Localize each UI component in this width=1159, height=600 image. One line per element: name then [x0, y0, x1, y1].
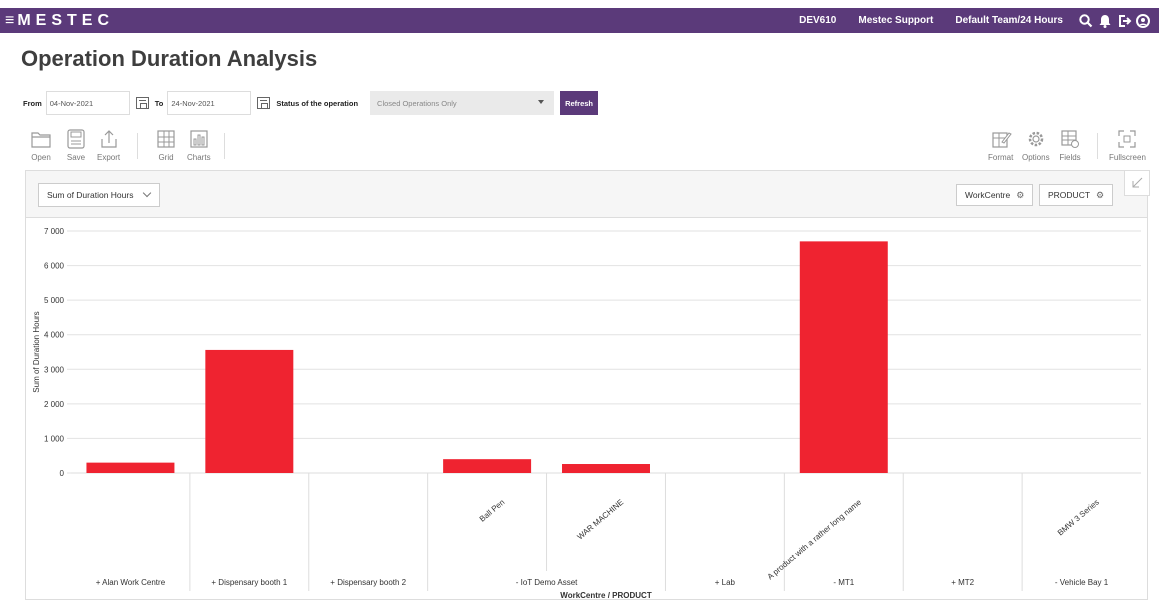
- format-icon: [992, 132, 1012, 148]
- workcentre-label: + MT2: [951, 578, 974, 587]
- charts-icon: [190, 130, 208, 148]
- toolbar-divider: [1097, 133, 1098, 159]
- export-button[interactable]: Export: [97, 128, 120, 162]
- x-axis-title: WorkCentre / PRODUCT: [560, 591, 652, 600]
- bar: [799, 241, 888, 473]
- bell-icon[interactable]: [1097, 13, 1113, 29]
- environment-label[interactable]: DEV610: [799, 15, 836, 26]
- product-label: A product with a rather long name: [766, 497, 864, 581]
- support-link[interactable]: Mestec Support: [858, 15, 933, 26]
- workcentre-label: + Lab: [715, 578, 736, 587]
- options-gear-icon: [1028, 131, 1044, 147]
- fields-button[interactable]: Fields: [1059, 128, 1081, 162]
- from-label: From: [23, 98, 42, 108]
- filter-bar: From 04-Nov-2021 To 24-Nov-2021 Status o…: [23, 91, 599, 115]
- refresh-button[interactable]: Refresh: [560, 91, 599, 115]
- y-tick-label: 7 000: [44, 227, 65, 236]
- y-tick-label: 6 000: [44, 262, 65, 271]
- charts-button[interactable]: Charts: [187, 128, 211, 162]
- toolbar-divider: [224, 133, 225, 159]
- format-button[interactable]: Format: [988, 128, 1013, 162]
- workcentre-label: + Dispensary booth 2: [330, 578, 406, 587]
- folder-icon: [31, 132, 51, 148]
- chart-panel: Sum of Duration Hours WorkCentre ⚙ PRODU…: [25, 170, 1150, 600]
- chevron-down-icon: [538, 100, 545, 104]
- open-button[interactable]: Open: [30, 128, 52, 162]
- grid-button[interactable]: Grid: [155, 128, 177, 162]
- y-axis-title: Sum of Duration Hours: [32, 311, 41, 392]
- product-label: WAR MACHINE: [575, 498, 625, 542]
- options-button[interactable]: Options: [1022, 128, 1050, 162]
- bar: [205, 349, 294, 473]
- product-label: Ball Pen: [478, 498, 507, 524]
- y-tick-label: 4 000: [44, 331, 65, 340]
- workcentre-label: - MT1: [833, 578, 854, 587]
- export-icon: [100, 130, 117, 148]
- workcentre-label: - IoT Demo Asset: [516, 578, 578, 587]
- workcentre-label: - Vehicle Bay 1: [1055, 578, 1109, 587]
- fields-icon: [1061, 130, 1079, 148]
- bar-chart: 0 1 000 2 000 3 000 4 000 5 000 6 000 7 000 Sum …: [32, 227, 1141, 600]
- calendar-icon[interactable]: [135, 97, 149, 109]
- from-date-input[interactable]: 04-Nov-2021: [45, 91, 130, 115]
- y-tick-label: 2 000: [44, 400, 65, 409]
- page-title: Operation Duration Analysis: [21, 46, 318, 71]
- calendar-icon[interactable]: [257, 97, 271, 109]
- to-label: To: [154, 98, 164, 108]
- search-icon[interactable]: [1078, 13, 1094, 29]
- y-tick-label: 5 000: [44, 296, 65, 305]
- fullscreen-button[interactable]: Fullscreen: [1109, 128, 1146, 162]
- product-label: BMW 3 Series: [1056, 498, 1101, 538]
- save-button[interactable]: Save: [65, 128, 87, 162]
- to-date-input[interactable]: 24-Nov-2021: [167, 91, 252, 115]
- status-select[interactable]: Closed Operations Only: [370, 91, 555, 115]
- bar: [443, 459, 532, 473]
- bar: [86, 462, 175, 473]
- team-selector[interactable]: Default Team/24 Hours: [955, 15, 1063, 26]
- save-icon: [67, 129, 85, 149]
- bar: [562, 464, 650, 473]
- workcentre-label: + Alan Work Centre: [96, 578, 166, 587]
- fullscreen-icon: [1118, 130, 1137, 148]
- user-icon[interactable]: [1135, 13, 1151, 29]
- logout-icon[interactable]: [1116, 13, 1132, 29]
- toolbar-divider: [137, 133, 138, 159]
- hamburger-icon[interactable]: ≡: [5, 12, 14, 30]
- top-navbar: ≡ MESTEC DEV610 Mestec Support Default T…: [0, 8, 1159, 33]
- logo[interactable]: ≡ MESTEC: [5, 12, 114, 30]
- y-tick-label: 3 000: [44, 365, 65, 374]
- workcentre-label: + Dispensary booth 1: [211, 578, 287, 587]
- y-tick-label: 1 000: [44, 434, 65, 443]
- y-tick-label: 0: [60, 469, 65, 478]
- status-label: Status of the operation: [276, 98, 359, 108]
- grid-icon: [157, 130, 175, 148]
